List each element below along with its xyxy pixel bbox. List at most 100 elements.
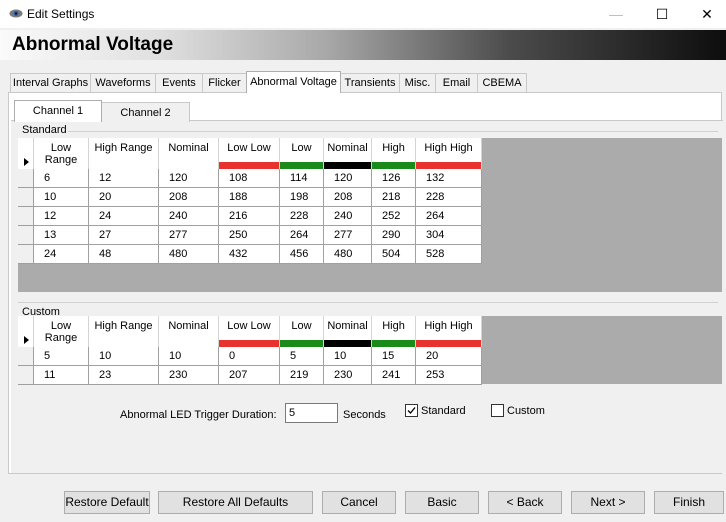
custom-table-cell[interactable]: 20 (416, 347, 482, 366)
standard-col-header[interactable]: Low (280, 138, 324, 169)
standard-table-cell[interactable]: 108 (219, 169, 280, 188)
standard-table-cell[interactable]: 12 (89, 169, 159, 188)
tab-channel-2[interactable]: Channel 2 (101, 102, 190, 122)
standard-table-cell[interactable]: 208 (324, 188, 372, 207)
standard-table-cell[interactable]: 132 (416, 169, 482, 188)
back-button[interactable]: < Back (488, 491, 562, 514)
tab-email[interactable]: Email (435, 73, 478, 92)
standard-table-cell[interactable]: 114 (280, 169, 324, 188)
standard-table-cell[interactable]: 252 (372, 207, 416, 226)
restore-default-button[interactable]: Restore Default (64, 491, 150, 514)
tab-misc[interactable]: Misc. (399, 73, 436, 92)
standard-col-header[interactable]: Low Low (219, 138, 280, 169)
close-button[interactable]: ✕ (685, 0, 726, 28)
standard-checkbox-label[interactable]: Standard (421, 405, 466, 417)
tab-flicker[interactable]: Flicker (202, 73, 247, 92)
custom-table-cell[interactable]: 0 (219, 347, 280, 366)
standard-table-cell[interactable]: 456 (280, 245, 324, 264)
custom-row-header[interactable] (18, 347, 34, 366)
custom-checkbox[interactable] (491, 404, 504, 417)
custom-col-header[interactable]: High Range (89, 316, 159, 347)
standard-table-cell[interactable]: 12 (34, 207, 89, 226)
tab-interval-graphs[interactable]: Interval Graphs (10, 73, 91, 92)
standard-table-cell[interactable]: 208 (159, 188, 219, 207)
standard-table-cell[interactable]: 277 (159, 226, 219, 245)
custom-checkbox-label[interactable]: Custom (507, 405, 545, 417)
standard-table-cell[interactable]: 198 (280, 188, 324, 207)
custom-table-cell[interactable]: 10 (159, 347, 219, 366)
standard-checkbox[interactable] (405, 404, 418, 417)
custom-grid[interactable]: Low Range High Range Nominal Low Low Low Nomi… (18, 316, 722, 385)
standard-table-cell[interactable]: 264 (416, 207, 482, 226)
standard-table-cell[interactable]: 24 (34, 245, 89, 264)
custom-table-cell[interactable]: 230 (324, 366, 372, 385)
tab-abnormal-voltage[interactable]: Abnormal Voltage (246, 71, 341, 93)
standard-row-header[interactable] (18, 226, 34, 245)
standard-table-cell[interactable]: 216 (219, 207, 280, 226)
basic-button[interactable]: Basic (405, 491, 479, 514)
finish-button[interactable]: Finish (654, 491, 724, 514)
standard-table-cell[interactable]: 480 (324, 245, 372, 264)
tab-cbema[interactable]: CBEMA (477, 73, 527, 92)
standard-col-header[interactable]: High (372, 138, 416, 169)
standard-table-cell[interactable]: 432 (219, 245, 280, 264)
custom-table-cell[interactable]: 230 (159, 366, 219, 385)
trigger-duration-input[interactable]: 5 (285, 403, 338, 423)
custom-col-header[interactable]: Low Range (34, 316, 89, 347)
standard-table-cell[interactable]: 240 (159, 207, 219, 226)
custom-table-cell[interactable]: 5 (280, 347, 324, 366)
standard-row-header[interactable] (18, 188, 34, 207)
custom-table-cell[interactable]: 15 (372, 347, 416, 366)
tab-channel-1[interactable]: Channel 1 (14, 100, 102, 122)
standard-col-header[interactable]: Low Range (34, 138, 89, 169)
custom-col-header[interactable]: High High (416, 316, 482, 347)
standard-col-header[interactable]: Nominal (159, 138, 219, 169)
standard-table-cell[interactable]: 264 (280, 226, 324, 245)
custom-col-header[interactable]: High (372, 316, 416, 347)
custom-table-cell[interactable]: 10 (89, 347, 159, 366)
standard-row-header[interactable] (18, 207, 34, 226)
standard-table-cell[interactable]: 20 (89, 188, 159, 207)
cancel-button[interactable]: Cancel (322, 491, 396, 514)
standard-table-cell[interactable]: 6 (34, 169, 89, 188)
standard-table-cell[interactable]: 504 (372, 245, 416, 264)
custom-col-header[interactable]: Low (280, 316, 324, 347)
custom-col-header[interactable]: Nominal (324, 316, 372, 347)
standard-table-cell[interactable]: 304 (416, 226, 482, 245)
standard-table-cell[interactable]: 228 (280, 207, 324, 226)
standard-table-cell[interactable]: 188 (219, 188, 280, 207)
custom-table-cell[interactable]: 219 (280, 366, 324, 385)
custom-table-cell[interactable]: 11 (34, 366, 89, 385)
standard-table-cell[interactable]: 120 (159, 169, 219, 188)
custom-table-cell[interactable]: 10 (324, 347, 372, 366)
minimize-button[interactable]: — (594, 0, 638, 28)
standard-table-cell[interactable]: 120 (324, 169, 372, 188)
standard-grid[interactable]: Low Range High Range Nominal Low Low Low Nomi… (18, 138, 722, 292)
custom-table-cell[interactable]: 5 (34, 347, 89, 366)
tab-transients[interactable]: Transients (340, 73, 400, 92)
standard-col-header[interactable]: High Range (89, 138, 159, 169)
standard-table-cell[interactable]: 480 (159, 245, 219, 264)
standard-table-cell[interactable]: 218 (372, 188, 416, 207)
custom-table-cell[interactable]: 207 (219, 366, 280, 385)
standard-table-cell[interactable]: 10 (34, 188, 89, 207)
tab-waveforms[interactable]: Waveforms (90, 73, 156, 92)
standard-table-cell[interactable]: 240 (324, 207, 372, 226)
standard-table-cell[interactable]: 228 (416, 188, 482, 207)
standard-table-cell[interactable]: 126 (372, 169, 416, 188)
restore-all-defaults-button[interactable]: Restore All Defaults (158, 491, 313, 514)
tab-events[interactable]: Events (155, 73, 203, 92)
standard-table-cell[interactable]: 27 (89, 226, 159, 245)
standard-table-cell[interactable]: 290 (372, 226, 416, 245)
standard-col-header[interactable]: High High (416, 138, 482, 169)
standard-table-cell[interactable]: 250 (219, 226, 280, 245)
custom-table-cell[interactable]: 241 (372, 366, 416, 385)
custom-table-cell[interactable]: 23 (89, 366, 159, 385)
standard-table-cell[interactable]: 528 (416, 245, 482, 264)
custom-table-cell[interactable]: 253 (416, 366, 482, 385)
custom-row-header[interactable] (18, 366, 34, 385)
standard-row-header[interactable] (18, 245, 34, 264)
standard-table-cell[interactable]: 13 (34, 226, 89, 245)
standard-row-header[interactable] (18, 169, 34, 188)
standard-col-header[interactable]: Nominal (324, 138, 372, 169)
